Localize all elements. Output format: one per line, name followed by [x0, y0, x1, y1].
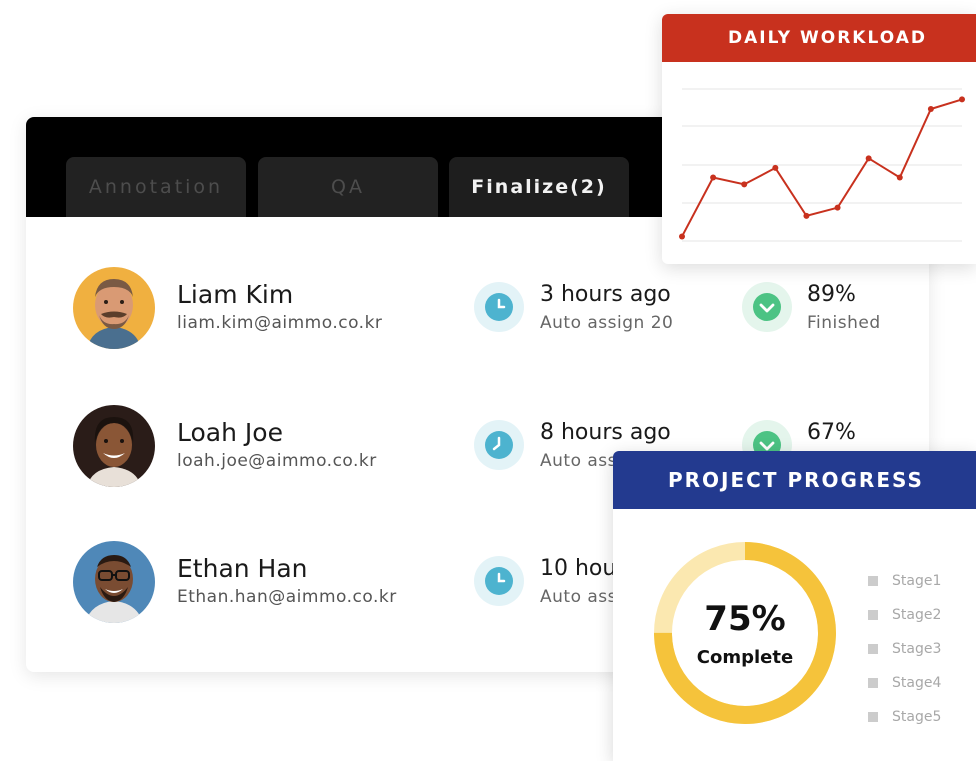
- user-row: Liam Kim liam.kim@aimmo.co.kr 3 hours ag…: [26, 267, 929, 357]
- workload-point: [896, 174, 903, 181]
- legend-item: Stage5: [868, 700, 941, 734]
- legend-swatch: [868, 576, 878, 586]
- daily-workload-chart: [679, 88, 965, 242]
- legend-item: Stage2: [868, 598, 941, 632]
- avatar-illustration: [73, 405, 155, 487]
- tab-qa[interactable]: QA: [258, 157, 438, 217]
- user-name: Ethan Han: [177, 554, 308, 583]
- avatar: [73, 405, 155, 487]
- progress-percent: 75%: [704, 599, 786, 639]
- avatar: [73, 541, 155, 623]
- last-active-time: 3 hours ago: [540, 282, 671, 307]
- project-progress-title: PROJECT PROGRESS: [613, 451, 976, 509]
- daily-workload-card: DAILY WORKLOAD: [662, 14, 976, 264]
- legend-label: Stage3: [892, 641, 942, 657]
- workload-point: [772, 164, 779, 171]
- workload-point: [865, 155, 872, 162]
- tab-finalize[interactable]: Finalize(2): [449, 157, 629, 217]
- tab-annotation[interactable]: Annotation: [66, 157, 246, 217]
- avatar-illustration: [73, 541, 155, 623]
- progress-complete-label: Complete: [696, 647, 794, 668]
- stage-legend: Stage1 Stage2 Stage3 Stage4 Stage5: [868, 564, 941, 734]
- legend-item: Stage3: [868, 632, 941, 666]
- clock-icon: [474, 282, 524, 332]
- completion-percent: 67%: [807, 420, 856, 445]
- user-email: Ethan.han@aimmo.co.kr: [177, 587, 397, 607]
- workload-point: [741, 181, 748, 188]
- legend-label: Stage5: [892, 709, 942, 725]
- project-progress-card: PROJECT PROGRESS 75% Complete Stage1 Sta…: [613, 451, 976, 761]
- completion-percent: 89%: [807, 282, 856, 307]
- avatar: [73, 267, 155, 349]
- user-name: Liam Kim: [177, 280, 294, 309]
- completion-status: Finished: [807, 313, 881, 333]
- legend-label: Stage4: [892, 675, 942, 691]
- workload-point: [710, 174, 717, 181]
- last-active-time: 8 hours ago: [540, 420, 671, 445]
- legend-swatch: [868, 610, 878, 620]
- workload-point: [834, 204, 841, 211]
- daily-workload-title: DAILY WORKLOAD: [662, 14, 976, 62]
- workload-point: [959, 96, 965, 103]
- user-email: liam.kim@aimmo.co.kr: [177, 313, 383, 333]
- clock-icon: [474, 420, 524, 470]
- legend-swatch: [868, 644, 878, 654]
- legend-label: Stage1: [892, 573, 942, 589]
- legend-item: Stage1: [868, 564, 941, 598]
- workload-line: [681, 98, 963, 237]
- legend-label: Stage2: [892, 607, 942, 623]
- workload-point: [927, 106, 934, 112]
- legend-swatch: [868, 678, 878, 688]
- clock-icon: [474, 556, 524, 606]
- user-email: loah.joe@aimmo.co.kr: [177, 451, 377, 471]
- legend-swatch: [868, 712, 878, 722]
- legend-item: Stage4: [868, 666, 941, 700]
- workload-point: [803, 212, 810, 219]
- user-name: Loah Joe: [177, 418, 283, 447]
- check-icon: [742, 282, 792, 332]
- workload-point: [679, 233, 685, 240]
- avatar-illustration: [73, 267, 155, 349]
- assign-info: Auto assign 20: [540, 313, 674, 333]
